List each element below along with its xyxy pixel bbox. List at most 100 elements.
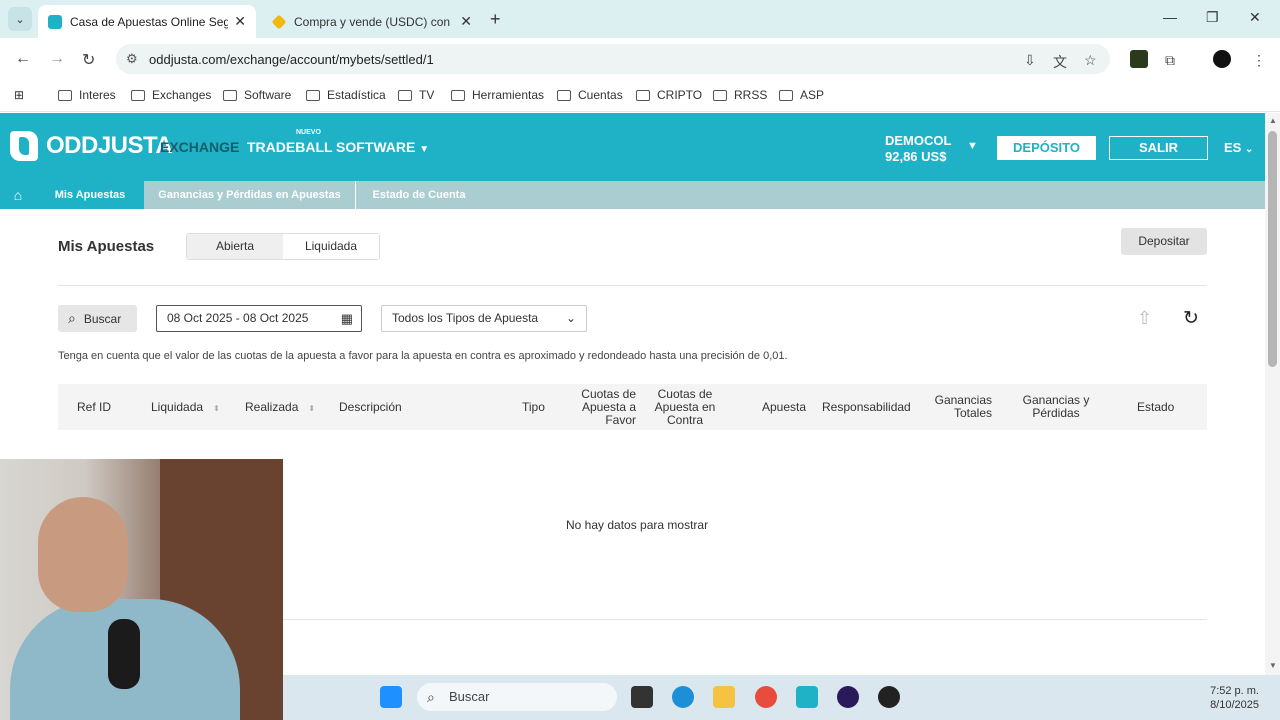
scroll-thumb[interactable] [1268,131,1277,367]
bookmark-label: Software [244,88,292,102]
tab-estado-cuenta[interactable]: Estado de Cuenta [356,181,482,209]
refresh-icon[interactable]: ↻ [1183,307,1199,330]
folder-icon [779,89,793,101]
app-icon[interactable] [837,686,859,708]
column-label: Realizada [245,400,299,414]
folder-icon [451,89,465,101]
scroll-up-icon[interactable]: ▲ [1269,116,1277,125]
task-view-icon[interactable] [631,686,653,708]
minimize-icon[interactable]: — [1163,9,1177,25]
account-chevron-icon[interactable]: ▼ [967,140,978,152]
reload-icon[interactable]: ↻ [82,50,95,70]
export-icon[interactable]: ⇧ [1137,308,1152,329]
language-selector[interactable]: ES ⌄ [1224,140,1253,155]
depositar-button[interactable]: Depositar [1121,228,1207,255]
bookmark-folder[interactable]: ASP [779,88,824,102]
nav-exchange[interactable]: EXCHANGE [160,139,239,155]
tab-ganancias-perdidas[interactable]: Ganancias y Pérdidas en Apuestas [144,181,356,209]
tab-search-menu-icon[interactable]: ⌄ [8,7,32,31]
file-explorer-icon[interactable] [713,686,735,708]
scroll-down-icon[interactable]: ▼ [1269,661,1277,670]
bookmark-folder[interactable]: Estadística [306,88,386,102]
page-scrollbar[interactable]: ▲ ▼ [1265,113,1280,675]
translate-icon[interactable]: 文 [1053,52,1067,72]
site-info-icon[interactable]: ⚙ [126,51,138,67]
install-app-icon[interactable]: ⇩ [1024,52,1036,69]
nav-tradeball[interactable]: TRADEBALL [247,139,333,155]
sort-icon[interactable]: ⬍ [308,404,315,413]
tab-oddjusta[interactable]: Casa de Apuestas Online Segur ✕ [38,5,256,38]
tab-binance[interactable]: Compra y vende (USDC) con Ne ✕ [262,5,482,38]
url-text: oddjusta.com/exchange/account/mybets/set… [149,52,434,67]
column-estado: Estado [1137,400,1175,414]
column-tipo: Tipo [522,400,545,414]
bookmark-star-icon[interactable]: ☆ [1084,52,1097,69]
bet-type-select[interactable]: Todos los Tipos de Apuesta ⌄ [381,305,587,332]
clock-time: 7:52 p. m. [1210,685,1259,697]
sort-icon[interactable]: ⬍ [213,404,220,413]
bookmark-label: CRIPTO [657,88,703,102]
column-realizada[interactable]: Realizada ⬍ [245,401,315,415]
bookmark-folder[interactable]: TV [398,88,434,102]
restore-icon[interactable]: ❐ [1206,9,1219,26]
system-clock[interactable]: 7:52 p. m. 8/10/2025 [1203,684,1259,712]
bookmark-folder[interactable]: Exchanges [131,88,211,102]
extension-icon[interactable] [1130,50,1148,68]
bookmark-folder[interactable]: Interes [58,88,116,102]
buscar-button[interactable]: ⌕ Buscar [58,305,137,332]
account-balance: 92,86 US$ [885,149,947,164]
nav-software[interactable]: SOFTWARE ▼ [336,139,429,155]
calendar-icon[interactable]: ▦ [341,306,353,331]
bookmark-folder[interactable]: Cuentas [557,88,623,102]
obs-icon[interactable] [878,686,900,708]
bookmark-folder[interactable]: RRSS [713,88,767,102]
account-info[interactable]: DEMOCOL 92,86 US$ [885,133,951,164]
bookmark-label: Estadística [327,88,386,102]
column-ref-id[interactable]: Ref ID [77,401,111,414]
logo-text: ODDJUSTA [46,132,173,159]
taskbar-search[interactable]: ⌕ Buscar [417,683,617,711]
column-liquidada[interactable]: Liquidada ⬍ [151,401,220,415]
chrome-menu-icon[interactable]: ⋮ [1252,52,1266,69]
chrome-icon[interactable] [755,686,777,708]
deposito-button[interactable]: DEPÓSITO [997,136,1096,160]
apps-grid-icon[interactable]: ⊞ [14,88,24,102]
close-tab-icon[interactable]: ✕ [460,13,472,30]
odds-note: Tenga en cuenta que el valor de las cuot… [58,350,788,362]
address-bar[interactable]: ⚙ oddjusta.com/exchange/account/mybets/s… [116,44,1110,74]
bookmark-label: Herramientas [472,88,545,102]
logo-mark-icon [10,131,38,161]
oddjusta-logo[interactable]: ODDJUSTA [10,131,173,161]
extensions-puzzle-icon[interactable]: ⧉ [1165,52,1175,69]
oddjusta-app-icon[interactable] [796,686,818,708]
close-window-icon[interactable]: ✕ [1249,9,1261,26]
back-icon[interactable]: ← [15,50,31,68]
new-tab-icon[interactable]: + [490,9,501,30]
folder-icon [306,89,320,101]
salir-button[interactable]: SALIR [1109,136,1208,160]
bookmark-folder[interactable]: CRIPTO [636,88,702,102]
column-cuotas-contra: Cuotas de Apuesta en Contra [654,387,716,427]
toggle-abierta[interactable]: Abierta [187,234,283,259]
bookmark-folder[interactable]: Herramientas [451,88,544,102]
column-ganancias-perdidas: Ganancias y Pérdidas [1022,393,1090,420]
bets-table-header: Ref ID Liquidada ⬍ Realizada ⬍ Descripción… [58,384,1207,430]
column-apuesta: Apuesta [762,400,807,414]
date-range-input[interactable]: 08 Oct 2025 - 08 Oct 2025 ▦ [156,305,362,332]
tab-title: Casa de Apuestas Online Segur [70,14,229,29]
edge-icon[interactable] [672,686,694,708]
bookmark-folder[interactable]: Software [223,88,291,102]
forward-icon[interactable]: → [49,50,65,68]
bet-type-value: Todos los Tipos de Apuesta [392,311,539,325]
buscar-label: Buscar [83,311,122,326]
windows-start-icon[interactable] [380,686,402,708]
close-tab-icon[interactable]: ✕ [234,13,246,30]
profile-avatar-icon[interactable] [1213,50,1231,68]
account-name: DEMOCOL [885,133,952,148]
column-label: Liquidada [151,400,204,414]
tab-mis-apuestas[interactable]: Mis Apuestas [36,181,144,209]
column-ganancias-totales: Ganancias Totales [934,393,992,420]
home-icon[interactable]: ⌂ [0,181,36,209]
folder-icon [58,89,72,101]
toggle-liquidada[interactable]: Liquidada [283,234,379,259]
